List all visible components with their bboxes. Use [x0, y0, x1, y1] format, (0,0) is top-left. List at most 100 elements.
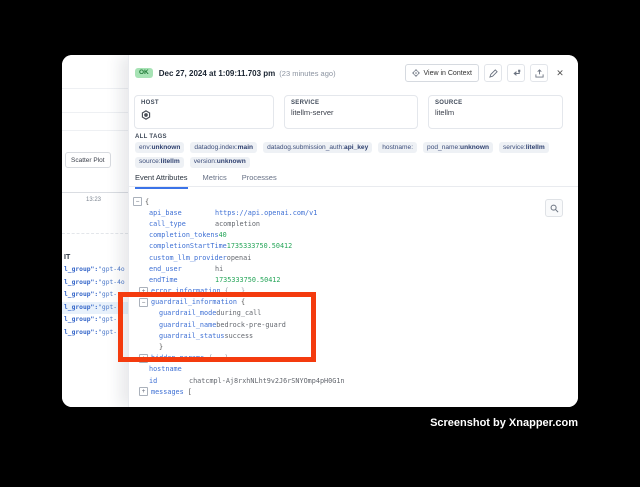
watermark-text: Screenshot by Xnapper.com — [430, 417, 578, 429]
expand-icon[interactable]: + — [139, 387, 148, 396]
attribute-key[interactable]: call_type — [149, 220, 215, 228]
attribute-row: idchatcmpl-Aj8rxhNLht9v2J6rSNYOmp4pH0G1n — [129, 375, 578, 386]
tag-key: env: — [139, 144, 151, 151]
service-label: SERVICE — [291, 100, 411, 106]
close-panel-button[interactable]: ✕ — [553, 65, 567, 81]
host-label: HOST — [141, 100, 267, 106]
log-row-key: l_group": — [64, 316, 98, 323]
source-card: SOURCE litellm — [428, 95, 563, 129]
related-logs-button[interactable] — [507, 64, 525, 82]
tag-key: source: — [139, 158, 161, 165]
attribute-row: hostname — [129, 364, 578, 375]
status-badge: OK — [135, 68, 153, 79]
tag-value: litellm — [526, 144, 545, 151]
log-row-value: "gpt- — [98, 316, 117, 323]
tag-key: datadog.index: — [194, 144, 237, 151]
tag-pill[interactable]: env:unknown — [135, 142, 184, 153]
log-row-value: "gpt-4o — [98, 279, 125, 286]
event-timestamp: Dec 27, 2024 at 1:09:11.703 pm — [159, 69, 276, 78]
tag-value: litellm — [161, 158, 180, 165]
divider — [62, 130, 128, 131]
log-row-key: l_group": — [64, 304, 98, 311]
export-button[interactable] — [530, 64, 548, 82]
log-row-value: "gpt- — [98, 291, 117, 298]
tag-key: version: — [194, 158, 217, 165]
attribute-row: end_userhi — [129, 263, 578, 274]
log-row-key: l_group": — [64, 279, 98, 286]
share-upload-icon — [535, 69, 544, 78]
attribute-row: call_typeacompletion — [129, 218, 578, 229]
related-arrow-icon — [512, 69, 521, 78]
attribute-key[interactable]: endTime — [149, 276, 215, 284]
view-in-context-button[interactable]: View in Context — [405, 64, 479, 82]
info-cards: HOST SERVICE litellm-server SOURCE litel… — [134, 95, 563, 129]
attribute-value: acompletion — [215, 220, 260, 228]
log-row-key: l_group": — [64, 266, 98, 273]
attribute-row: custom_llm_provideropenai — [129, 252, 578, 263]
tag-pill[interactable]: service:litellm — [499, 142, 549, 153]
host-hexagon-icon — [141, 107, 267, 125]
attribute-key[interactable]: completionStartTime — [149, 242, 227, 250]
tag-value: unknown — [151, 144, 180, 151]
tag-key: hostname: — [382, 144, 413, 151]
tag-key: pod_name: — [427, 144, 460, 151]
annotation-highlight-rectangle — [118, 292, 316, 362]
collapse-icon[interactable]: − — [133, 197, 142, 206]
log-row[interactable]: l_group":"gpt-4o — [62, 264, 128, 277]
attribute-value: chatcmpl-Aj8rxhNLht9v2J6rSNYOmp4pH0G1n — [189, 377, 345, 385]
panel-header: OK Dec 27, 2024 at 1:09:11.703 pm (23 mi… — [135, 64, 567, 82]
event-relative-time: (23 minutes ago) — [279, 69, 335, 78]
search-attributes-button[interactable] — [545, 199, 563, 217]
tag-key: service: — [503, 144, 526, 151]
tag-value: api_key — [344, 144, 368, 151]
log-row-value: "gpt-4o — [98, 266, 125, 273]
attribute-value: 40 — [219, 231, 227, 239]
tag-pill[interactable]: version:unknown — [190, 157, 250, 168]
attribute-key[interactable]: hostname — [149, 365, 215, 373]
scatter-plot-button[interactable]: Scatter Plot — [65, 152, 111, 168]
attribute-key[interactable]: completion_tokens — [149, 231, 219, 239]
attribute-row: api_basehttps://api.openai.com/v1 — [129, 207, 578, 218]
tag-value: main — [238, 144, 253, 151]
service-card: SERVICE litellm-server — [284, 95, 418, 129]
pencil-icon — [489, 69, 498, 78]
attribute-row: +messages [ — [129, 386, 578, 397]
dashed-divider — [62, 233, 128, 234]
tag-pill[interactable]: pod_name:unknown — [423, 142, 493, 153]
log-row-key: l_group": — [64, 291, 98, 298]
tag-pill[interactable]: datadog.submission_auth:api_key — [263, 142, 372, 153]
log-row-value: "gpt- — [98, 304, 117, 311]
source-value[interactable]: litellm — [435, 108, 556, 117]
scope-icon — [412, 69, 420, 77]
view-in-context-label: View in Context — [423, 70, 472, 77]
source-label: SOURCE — [435, 100, 556, 106]
service-value[interactable]: litellm-server — [291, 108, 411, 117]
all-tags-label: ALL TAGS — [135, 134, 167, 140]
tag-pill[interactable]: source:litellm — [135, 157, 184, 168]
tag-key: datadog.submission_auth: — [267, 144, 344, 151]
attribute-key[interactable]: end_user — [149, 265, 215, 273]
attribute-key[interactable]: messages — [151, 388, 184, 396]
attribute-row: completion_tokens40 — [129, 230, 578, 241]
edit-button[interactable] — [484, 64, 502, 82]
attribute-value: 1735333750.50412 — [215, 276, 280, 284]
attribute-value[interactable]: https://api.openai.com/v1 — [215, 209, 317, 217]
tag-pill[interactable]: datadog.index:main — [190, 142, 257, 153]
tags-list: env:unknowndatadog.index:maindatadog.sub… — [135, 142, 565, 168]
attribute-row: −{ — [129, 196, 578, 207]
tag-value: unknown — [460, 144, 489, 151]
attribute-value: hi — [215, 265, 223, 273]
attribute-key[interactable]: id — [149, 377, 189, 385]
attribute-value: { — [145, 198, 149, 206]
divider — [62, 112, 128, 113]
divider — [62, 88, 128, 89]
attribute-key[interactable]: custom_llm_provider — [149, 254, 227, 262]
log-row[interactable]: l_group":"gpt-4o — [62, 277, 128, 290]
attribute-row: endTime1735333750.50412 — [129, 274, 578, 285]
tag-pill[interactable]: hostname: — [378, 142, 417, 153]
tabs-divider — [129, 186, 578, 187]
attribute-value: [ — [188, 388, 192, 396]
attribute-value: openai — [227, 254, 252, 262]
attribute-row: completionStartTime1735333750.50412 — [129, 241, 578, 252]
attribute-key[interactable]: api_base — [149, 209, 215, 217]
